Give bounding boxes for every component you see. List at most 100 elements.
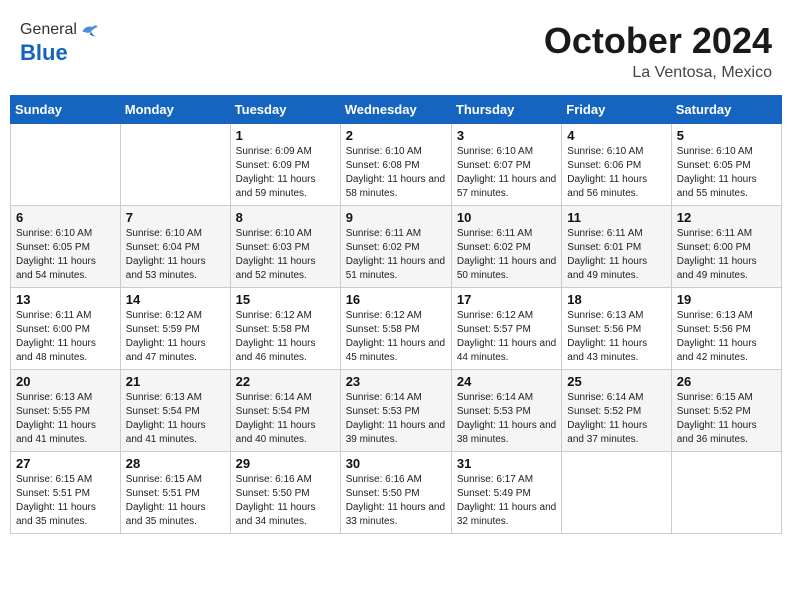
calendar-cell: 16 Sunrise: 6:12 AM Sunset: 5:58 PM Dayli… (340, 288, 451, 370)
calendar-cell: 14Sunrise: 6:12 AM Sunset: 5:59 PM Dayli… (120, 288, 230, 370)
calendar-cell: 19 Sunrise: 6:13 AM Sunset: 5:56 PM Dayli… (671, 288, 781, 370)
day-number: 8 (236, 210, 335, 225)
day-info: Sunrise: 6:11 AM Sunset: 6:02 PM Dayligh… (346, 227, 446, 283)
day-number: 21 (126, 374, 225, 389)
calendar-cell: 29Sunrise: 6:16 AM Sunset: 5:50 PM Dayli… (230, 452, 340, 534)
calendar-cell: 13Sunrise: 6:11 AM Sunset: 6:00 PM Dayli… (11, 288, 121, 370)
day-info: Sunrise: 6:11 AM Sunset: 6:00 PM Dayligh… (677, 227, 776, 283)
day-number: 10 (457, 210, 556, 225)
day-number: 4 (567, 128, 665, 143)
logo: General Blue (20, 20, 99, 66)
calendar-cell: 2Sunrise: 6:10 AM Sunset: 6:08 PM Daylig… (340, 124, 451, 206)
calendar-cell: 4 Sunrise: 6:10 AM Sunset: 6:06 PM Daylig… (562, 124, 671, 206)
calendar-cell: 10Sunrise: 6:11 AM Sunset: 6:02 PM Dayli… (451, 206, 561, 288)
day-number: 2 (346, 128, 446, 143)
day-info: Sunrise: 6:16 AM Sunset: 5:50 PM Dayligh… (346, 473, 446, 529)
calendar-cell: 24Sunrise: 6:14 AM Sunset: 5:53 PM Dayli… (451, 370, 561, 452)
calendar-week-1: 1 Sunrise: 6:09 AM Sunset: 6:09 PM Daylig… (11, 124, 782, 206)
day-info: Sunrise: 6:13 AM Sunset: 5:54 PM Dayligh… (126, 391, 225, 447)
day-info: Sunrise: 6:15 AM Sunset: 5:51 PM Dayligh… (126, 473, 225, 529)
day-number: 19 (677, 292, 776, 307)
day-number: 17 (457, 292, 556, 307)
day-info: Sunrise: 6:12 AM Sunset: 5:59 PM Dayligh… (126, 309, 225, 365)
logo-bird-icon (79, 20, 99, 40)
day-info: Sunrise: 6:11 AM Sunset: 6:00 PM Dayligh… (16, 309, 115, 365)
logo-general-text: General (20, 21, 77, 39)
day-number: 9 (346, 210, 446, 225)
calendar-cell: 21 Sunrise: 6:13 AM Sunset: 5:54 PM Dayli… (120, 370, 230, 452)
calendar-cell: 30 Sunrise: 6:16 AM Sunset: 5:50 PM Dayli… (340, 452, 451, 534)
weekday-header-row: SundayMondayTuesdayWednesdayThursdayFrid… (11, 96, 782, 124)
day-info: Sunrise: 6:13 AM Sunset: 5:55 PM Dayligh… (16, 391, 115, 447)
day-info: Sunrise: 6:14 AM Sunset: 5:52 PM Dayligh… (567, 391, 665, 447)
calendar-cell: 23 Sunrise: 6:14 AM Sunset: 5:53 PM Dayli… (340, 370, 451, 452)
day-number: 27 (16, 456, 115, 471)
day-number: 3 (457, 128, 556, 143)
day-number: 1 (236, 128, 335, 143)
weekday-header-sunday: Sunday (11, 96, 121, 124)
day-info: Sunrise: 6:15 AM Sunset: 5:51 PM Dayligh… (16, 473, 115, 529)
calendar-cell: 8 Sunrise: 6:10 AM Sunset: 6:03 PM Daylig… (230, 206, 340, 288)
day-number: 22 (236, 374, 335, 389)
day-info: Sunrise: 6:13 AM Sunset: 5:56 PM Dayligh… (567, 309, 665, 365)
calendar-cell: 27 Sunrise: 6:15 AM Sunset: 5:51 PM Dayli… (11, 452, 121, 534)
day-info: Sunrise: 6:09 AM Sunset: 6:09 PM Dayligh… (236, 145, 335, 201)
day-number: 26 (677, 374, 776, 389)
calendar-cell: 20Sunrise: 6:13 AM Sunset: 5:55 PM Dayli… (11, 370, 121, 452)
day-info: Sunrise: 6:14 AM Sunset: 5:53 PM Dayligh… (346, 391, 446, 447)
day-number: 23 (346, 374, 446, 389)
day-info: Sunrise: 6:12 AM Sunset: 5:58 PM Dayligh… (346, 309, 446, 365)
day-info: Sunrise: 6:10 AM Sunset: 6:05 PM Dayligh… (16, 227, 115, 283)
calendar-week-2: 6 Sunrise: 6:10 AM Sunset: 6:05 PM Daylig… (11, 206, 782, 288)
day-info: Sunrise: 6:10 AM Sunset: 6:04 PM Dayligh… (126, 227, 225, 283)
day-number: 30 (346, 456, 446, 471)
day-number: 15 (236, 292, 335, 307)
calendar-cell: 3 Sunrise: 6:10 AM Sunset: 6:07 PM Daylig… (451, 124, 561, 206)
calendar-cell (671, 452, 781, 534)
day-number: 16 (346, 292, 446, 307)
calendar-cell: 22 Sunrise: 6:14 AM Sunset: 5:54 PM Dayli… (230, 370, 340, 452)
day-info: Sunrise: 6:10 AM Sunset: 6:06 PM Dayligh… (567, 145, 665, 201)
day-number: 5 (677, 128, 776, 143)
calendar-cell: 11 Sunrise: 6:11 AM Sunset: 6:01 PM Dayli… (562, 206, 671, 288)
day-number: 24 (457, 374, 556, 389)
weekday-header-tuesday: Tuesday (230, 96, 340, 124)
month-title: October 2024 (544, 20, 772, 62)
day-info: Sunrise: 6:15 AM Sunset: 5:52 PM Dayligh… (677, 391, 776, 447)
day-info: Sunrise: 6:12 AM Sunset: 5:58 PM Dayligh… (236, 309, 335, 365)
calendar-cell: 7 Sunrise: 6:10 AM Sunset: 6:04 PM Daylig… (120, 206, 230, 288)
page-header: General Blue October 2024 La Ventosa, Me… (10, 10, 782, 87)
calendar-cell (11, 124, 121, 206)
logo-blue-text: Blue (20, 40, 68, 66)
day-info: Sunrise: 6:10 AM Sunset: 6:03 PM Dayligh… (236, 227, 335, 283)
calendar-cell: 25 Sunrise: 6:14 AM Sunset: 5:52 PM Dayli… (562, 370, 671, 452)
calendar-cell: 15 Sunrise: 6:12 AM Sunset: 5:58 PM Dayli… (230, 288, 340, 370)
day-number: 7 (126, 210, 225, 225)
day-number: 11 (567, 210, 665, 225)
calendar-cell: 6 Sunrise: 6:10 AM Sunset: 6:05 PM Daylig… (11, 206, 121, 288)
calendar-cell: 12Sunrise: 6:11 AM Sunset: 6:00 PM Dayli… (671, 206, 781, 288)
calendar-table: SundayMondayTuesdayWednesdayThursdayFrid… (10, 95, 782, 534)
weekday-header-wednesday: Wednesday (340, 96, 451, 124)
day-info: Sunrise: 6:16 AM Sunset: 5:50 PM Dayligh… (236, 473, 335, 529)
day-info: Sunrise: 6:10 AM Sunset: 6:07 PM Dayligh… (457, 145, 556, 201)
day-number: 31 (457, 456, 556, 471)
weekday-header-friday: Friday (562, 96, 671, 124)
day-info: Sunrise: 6:11 AM Sunset: 6:01 PM Dayligh… (567, 227, 665, 283)
day-number: 25 (567, 374, 665, 389)
calendar-cell: 31 Sunrise: 6:17 AM Sunset: 5:49 PM Dayli… (451, 452, 561, 534)
calendar-cell: 26 Sunrise: 6:15 AM Sunset: 5:52 PM Dayli… (671, 370, 781, 452)
title-section: October 2024 La Ventosa, Mexico (544, 20, 772, 82)
calendar-cell: 18Sunrise: 6:13 AM Sunset: 5:56 PM Dayli… (562, 288, 671, 370)
day-number: 28 (126, 456, 225, 471)
day-info: Sunrise: 6:13 AM Sunset: 5:56 PM Dayligh… (677, 309, 776, 365)
day-info: Sunrise: 6:14 AM Sunset: 5:54 PM Dayligh… (236, 391, 335, 447)
weekday-header-thursday: Thursday (451, 96, 561, 124)
calendar-week-3: 13Sunrise: 6:11 AM Sunset: 6:00 PM Dayli… (11, 288, 782, 370)
day-number: 6 (16, 210, 115, 225)
calendar-cell: 9 Sunrise: 6:11 AM Sunset: 6:02 PM Daylig… (340, 206, 451, 288)
calendar-cell: 17Sunrise: 6:12 AM Sunset: 5:57 PM Dayli… (451, 288, 561, 370)
weekday-header-saturday: Saturday (671, 96, 781, 124)
calendar-cell: 28 Sunrise: 6:15 AM Sunset: 5:51 PM Dayli… (120, 452, 230, 534)
day-info: Sunrise: 6:17 AM Sunset: 5:49 PM Dayligh… (457, 473, 556, 529)
